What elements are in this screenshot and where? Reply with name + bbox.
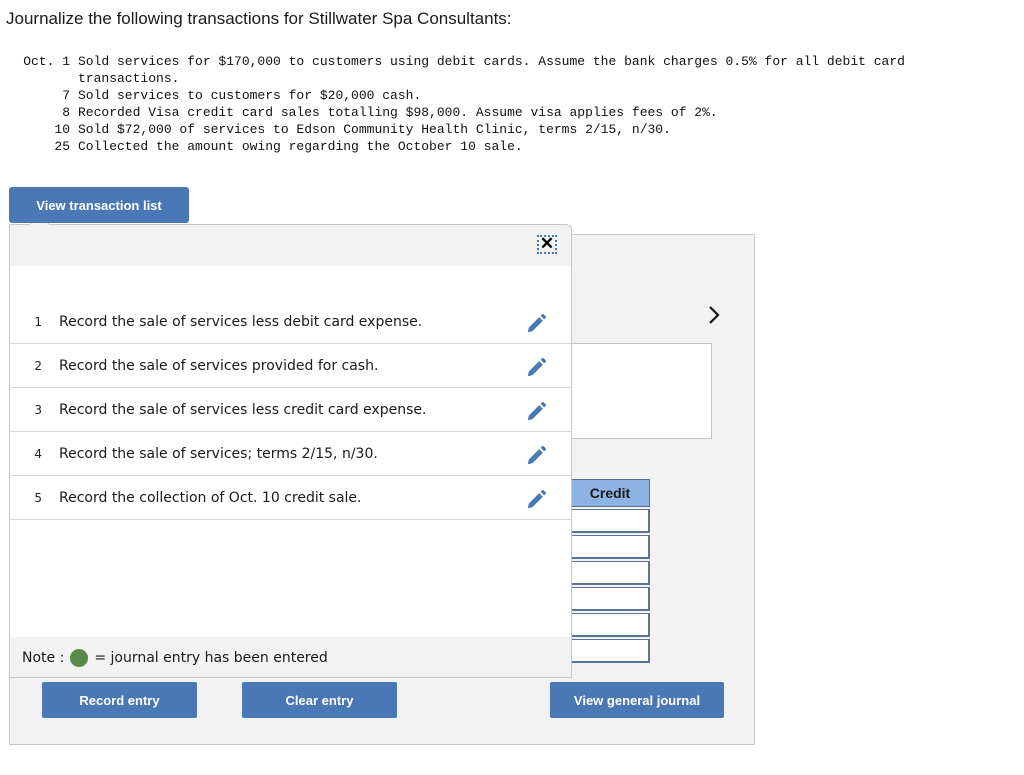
pencil-icon[interactable] (525, 357, 547, 379)
list-item[interactable]: 5 Record the collection of Oct. 10 credi… (10, 476, 571, 520)
item-text: Record the sale of services provided for… (59, 357, 379, 374)
pencil-icon[interactable] (525, 489, 547, 511)
item-text: Record the sale of services less debit c… (59, 313, 423, 330)
transaction-text: Sold $72,000 of services to Edson Commun… (78, 122, 671, 137)
transaction-row: Oct. 1 Sold services for $170,000 to cus… (6, 53, 1008, 87)
item-text: Record the sale of services; terms 2/15,… (59, 445, 378, 462)
transaction-date: 10 (54, 122, 70, 137)
entered-indicator-icon (70, 648, 89, 667)
view-general-journal-button[interactable]: View general journal (550, 682, 724, 718)
item-number: 5 (34, 490, 42, 505)
list-item[interactable]: 4 Record the sale of services; terms 2/1… (10, 432, 571, 476)
clear-entry-button[interactable]: Clear entry (242, 682, 397, 718)
page-title: Journalize the following transactions fo… (6, 9, 512, 28)
credit-input[interactable] (570, 587, 650, 611)
credit-input[interactable] (570, 535, 650, 559)
transaction-list-popup: ✕ 1 Record the sale of services less deb… (9, 213, 572, 678)
item-number: 3 (34, 402, 42, 417)
credit-column: Credit (570, 479, 650, 663)
pencil-icon[interactable] (525, 445, 547, 467)
list-item[interactable]: 1 Record the sale of services less debit… (10, 300, 571, 344)
popup-header: ✕ (10, 225, 571, 266)
transaction-date: 8 (62, 105, 70, 120)
item-number: 2 (34, 358, 42, 373)
item-text: Record the sale of services less credit … (59, 401, 427, 418)
transaction-date: 25 (54, 139, 70, 154)
transaction-row: 8 Recorded Visa credit card sales totall… (6, 104, 1008, 121)
list-item[interactable]: 2 Record the sale of services provided f… (10, 344, 571, 388)
credit-input[interactable] (570, 561, 650, 585)
note-text: = journal entry has been entered (94, 649, 328, 666)
pencil-icon[interactable] (525, 313, 547, 335)
transaction-text: Sold services to customers for $20,000 c… (78, 88, 422, 103)
credit-input[interactable] (570, 509, 650, 533)
credit-header: Credit (570, 479, 650, 507)
view-transaction-list-button[interactable]: View transaction list (9, 187, 189, 223)
transaction-row: 10 Sold $72,000 of services to Edson Com… (6, 121, 1008, 138)
record-entry-button[interactable]: Record entry (42, 682, 197, 718)
transaction-date: Oct. 1 (23, 54, 70, 69)
credit-input[interactable] (570, 613, 650, 637)
note-prefix: Note : (22, 649, 65, 666)
item-number: 1 (34, 314, 42, 329)
chevron-right-icon[interactable] (706, 304, 722, 326)
transaction-text: Recorded Visa credit card sales totallin… (78, 105, 718, 120)
credit-input[interactable] (570, 639, 650, 663)
entry-description-box (560, 343, 712, 439)
item-number: 4 (34, 446, 42, 461)
transaction-list: 1 Record the sale of services less debit… (10, 300, 571, 520)
transaction-date: 7 (62, 88, 70, 103)
transaction-text: Collected the amount owing regarding the… (78, 139, 523, 154)
transaction-descriptions: Oct. 1 Sold services for $170,000 to cus… (6, 53, 1008, 155)
close-icon[interactable]: ✕ (537, 235, 557, 254)
list-item[interactable]: 3 Record the sale of services less credi… (10, 388, 571, 432)
transaction-row: 25 Collected the amount owing regarding … (6, 138, 1008, 155)
pencil-icon[interactable] (525, 401, 547, 423)
item-text: Record the collection of Oct. 10 credit … (59, 489, 362, 506)
transaction-row: 7 Sold services to customers for $20,000… (6, 87, 1008, 104)
legend-note: Note : = journal entry has been entered (10, 637, 571, 678)
transaction-text: Sold services for $170,000 to customers … (78, 54, 905, 86)
